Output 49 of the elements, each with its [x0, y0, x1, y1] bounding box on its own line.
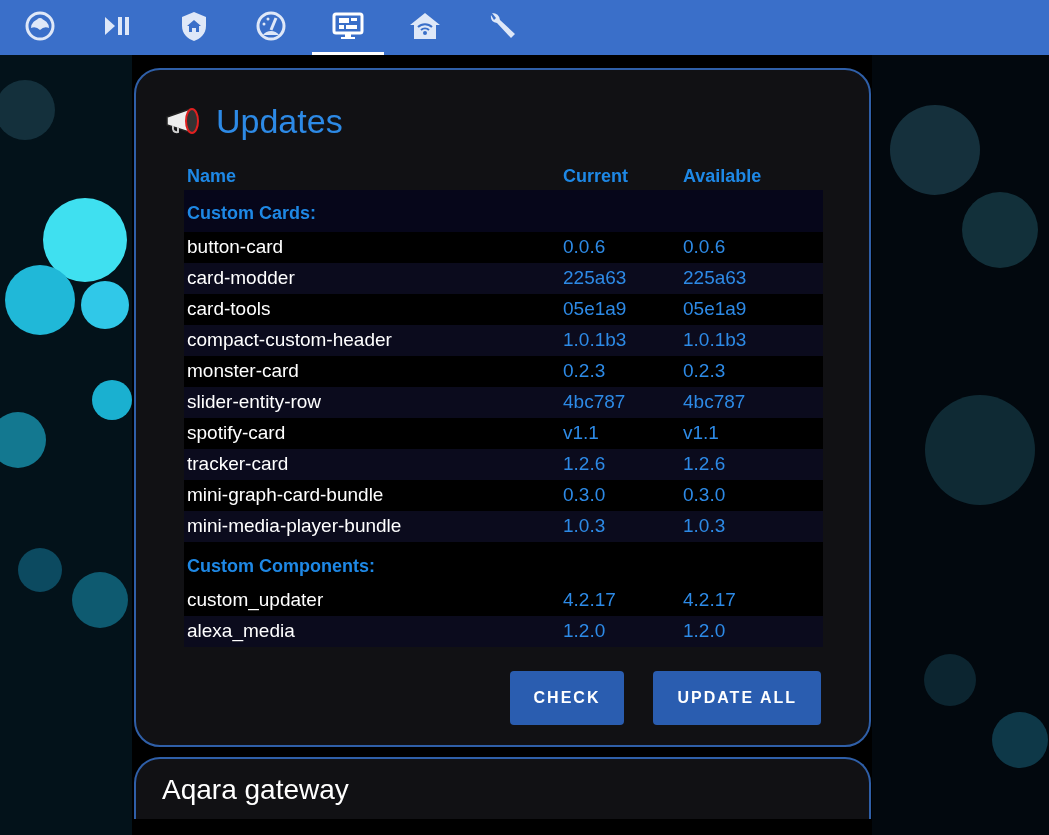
table-cell: 4.2.17 [563, 589, 616, 611]
table-cell: alexa_media [187, 620, 295, 642]
table-cell: card-modder [187, 267, 295, 289]
column-header: Available [683, 165, 762, 186]
table-cell: slider-entity-row [187, 391, 322, 413]
table-cell: 1.2.0 [563, 620, 606, 642]
table-cell: 4bc787 [563, 391, 626, 413]
table-cell: compact-custom-header [187, 329, 392, 351]
table-cell: 1.2.6 [683, 453, 726, 475]
table-cell: 1.0.3 [563, 515, 606, 537]
robot-vacuum-icon [24, 10, 56, 42]
check-button[interactable]: CHECK [509, 671, 625, 725]
table-cell: button-card [187, 236, 284, 258]
table-cell: tracker-card [187, 453, 289, 475]
table-cell: 1.2.0 [683, 620, 726, 642]
table-cell: 4.2.17 [683, 589, 736, 611]
gauge-icon [255, 10, 287, 42]
table-cell: 0.2.3 [563, 360, 606, 382]
table-cell: 05e1a9 [563, 298, 627, 320]
table-cell: mini-graph-card-bundle [187, 484, 384, 506]
table-cell: 1.0.1b3 [563, 329, 627, 351]
table-cell: 225a63 [683, 267, 747, 289]
table-cell: spotify-card [187, 422, 286, 444]
table-cell: monster-card [187, 360, 299, 382]
section-heading: Custom Components: [187, 556, 375, 576]
table-cell: 1.0.3 [683, 515, 726, 537]
table-cell: 0.2.3 [683, 360, 726, 382]
column-header: Name [187, 165, 237, 186]
table-cell: mini-media-player-bundle [187, 515, 402, 537]
table-cell: 0.3.0 [683, 484, 726, 506]
table-cell: 1.2.6 [563, 453, 606, 475]
table-cell: 0.0.6 [563, 236, 606, 258]
section-heading: Custom Cards: [187, 203, 316, 223]
table-cell: custom_updater [187, 589, 324, 611]
card-title: Aqara gateway [162, 774, 349, 805]
table-cell: 0.0.6 [683, 236, 726, 258]
home-wifi-icon [409, 10, 441, 42]
update-all-button[interactable]: UPDATE ALL [653, 671, 821, 725]
table-cell: 4bc787 [683, 391, 746, 413]
table-cell: card-tools [187, 298, 271, 320]
table-cell: 05e1a9 [683, 298, 747, 320]
table-cell: v1.1 [683, 422, 719, 444]
column-header: Current [563, 165, 628, 186]
card-title: Updates [216, 104, 343, 138]
table-cell: 225a63 [563, 267, 627, 289]
table-cell: 1.0.1b3 [683, 329, 747, 351]
table-cell: 0.3.0 [563, 484, 606, 506]
table-cell: v1.1 [563, 422, 599, 444]
monitor-dashboard-icon [332, 10, 364, 42]
